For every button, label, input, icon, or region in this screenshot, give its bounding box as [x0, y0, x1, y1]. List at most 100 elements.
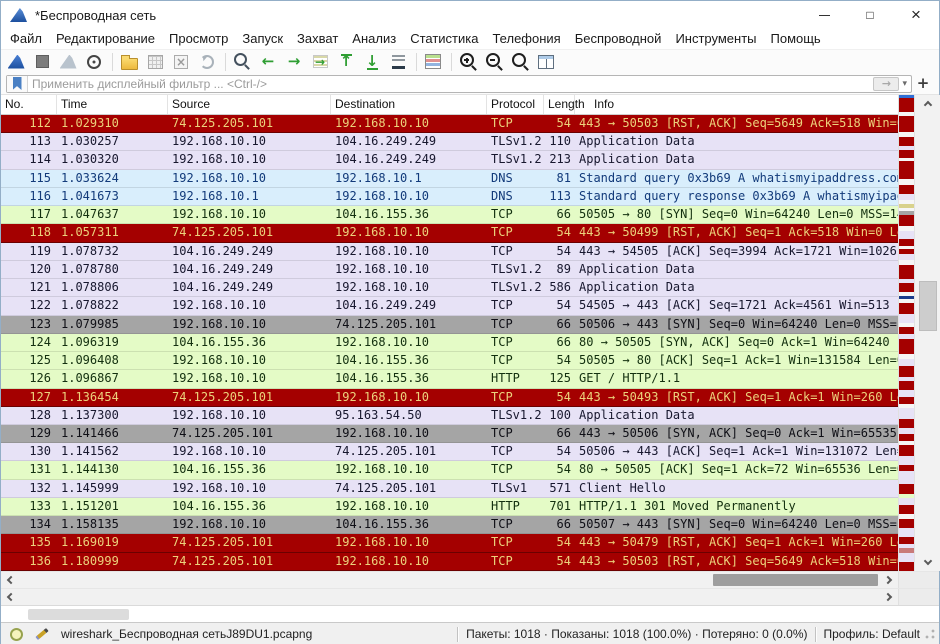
packet-row[interactable]: 1251.096408192.168.10.10104.16.155.36TCP…: [1, 352, 898, 370]
cell-no: 128: [1, 407, 57, 424]
minimap-stripe: [899, 408, 914, 419]
minimap-stripe: [899, 215, 914, 226]
packet-row[interactable]: 1291.14146674.125.205.101192.168.10.10TC…: [1, 425, 898, 443]
packet-row[interactable]: 1131.030257192.168.10.10104.16.249.249TL…: [1, 133, 898, 151]
packet-row[interactable]: 1241.096319104.16.155.36192.168.10.10TCP…: [1, 334, 898, 352]
packet-row[interactable]: 1141.030320192.168.10.10104.16.249.249TL…: [1, 151, 898, 169]
scroll-left-button[interactable]: [3, 572, 19, 588]
minimize-button[interactable]: [801, 1, 847, 29]
scroll-up-button[interactable]: [915, 97, 940, 113]
cell-time: 1.029310: [57, 115, 168, 132]
filter-dropdown-button[interactable]: ▾: [901, 78, 911, 89]
expert-info-icon[interactable]: [10, 628, 23, 641]
display-filter-input[interactable]: [28, 77, 873, 91]
cell-info: 50507 → 443 [SYN] Seq=0 Win=64240 Len=0 …: [575, 516, 898, 533]
bytes-pane-scrollbar[interactable]: [1, 605, 939, 622]
restart-capture-icon[interactable]: [56, 51, 80, 73]
packet-row[interactable]: 1361.18099974.125.205.101192.168.10.10TC…: [1, 553, 898, 571]
go-last-icon[interactable]: [360, 51, 384, 73]
scroll-right-button[interactable]: [880, 572, 896, 588]
cell-length: 54: [544, 297, 575, 314]
resize-columns-icon[interactable]: [534, 51, 558, 73]
packet-list-hscrollbar[interactable]: [1, 571, 939, 588]
packet-row[interactable]: 1351.16901974.125.205.101192.168.10.10TC…: [1, 534, 898, 552]
cell-destination: 104.16.155.36: [331, 516, 487, 533]
column-header-length[interactable]: Length: [544, 95, 575, 114]
zoom-normal-icon[interactable]: [508, 51, 532, 73]
cell-time: 1.079985: [57, 316, 168, 333]
column-header-time[interactable]: Time: [57, 95, 168, 114]
packet-row[interactable]: 1281.137300192.168.10.1095.163.54.50TLSv…: [1, 407, 898, 425]
packet-row[interactable]: 1161.041673192.168.10.1192.168.10.10DNS1…: [1, 188, 898, 206]
menu-item-инструменты[interactable]: Инструменты: [668, 29, 763, 49]
packet-row[interactable]: 1311.144130104.16.155.36192.168.10.10TCP…: [1, 461, 898, 479]
add-filter-button[interactable]: +: [912, 76, 934, 91]
menu-item-статистика[interactable]: Статистика: [403, 29, 485, 49]
menu-item-редактирование[interactable]: Редактирование: [49, 29, 162, 49]
menu-item-захват[interactable]: Захват: [290, 29, 345, 49]
zoom-in-icon[interactable]: [456, 51, 480, 73]
scroll-right-button[interactable]: [880, 589, 896, 605]
find-packet-icon[interactable]: [230, 51, 254, 73]
scroll-left-button[interactable]: [3, 589, 19, 605]
column-header-info[interactable]: Info: [575, 95, 898, 114]
stop-capture-icon[interactable]: [30, 51, 54, 73]
start-capture-icon[interactable]: [4, 51, 28, 73]
packet-row[interactable]: 1191.078732104.16.249.249192.168.10.10TC…: [1, 243, 898, 261]
packet-row[interactable]: 1221.078822192.168.10.10104.16.249.249TC…: [1, 297, 898, 315]
packet-row[interactable]: 1201.078780104.16.249.249192.168.10.10TL…: [1, 261, 898, 279]
column-header-protocol[interactable]: Protocol: [487, 95, 544, 114]
open-file-icon[interactable]: [117, 51, 141, 73]
packet-row[interactable]: 1151.033624192.168.10.10192.168.10.1DNS8…: [1, 170, 898, 188]
resize-grip[interactable]: [925, 629, 935, 639]
reload-file-icon[interactable]: [195, 51, 219, 73]
menu-item-запуск[interactable]: Запуск: [235, 29, 290, 49]
filter-bookmark-button[interactable]: [7, 76, 28, 92]
packet-row[interactable]: 1181.05731174.125.205.101192.168.10.10TC…: [1, 224, 898, 242]
close-file-icon[interactable]: [169, 51, 193, 73]
packet-row[interactable]: 1171.047637192.168.10.10104.16.155.36TCP…: [1, 206, 898, 224]
menu-item-файл[interactable]: Файл: [3, 29, 49, 49]
capture-options-icon[interactable]: [82, 51, 106, 73]
maximize-button[interactable]: □: [847, 1, 893, 29]
menu-item-помощь[interactable]: Помощь: [764, 29, 828, 49]
packet-row[interactable]: 1121.02931074.125.205.101192.168.10.10TC…: [1, 115, 898, 133]
column-header-source[interactable]: Source: [168, 95, 331, 114]
packet-row[interactable]: 1211.078806104.16.249.249192.168.10.10TL…: [1, 279, 898, 297]
packet-row[interactable]: 1271.13645474.125.205.101192.168.10.10TC…: [1, 389, 898, 407]
packet-row[interactable]: 1231.079985192.168.10.1074.125.205.101TC…: [1, 316, 898, 334]
packet-row[interactable]: 1331.151201104.16.155.36192.168.10.10HTT…: [1, 498, 898, 516]
save-file-icon[interactable]: [143, 51, 167, 73]
packet-row[interactable]: 1261.096867192.168.10.10104.16.155.36HTT…: [1, 370, 898, 388]
details-pane-hscrollbar[interactable]: [1, 588, 939, 605]
column-header-destination[interactable]: Destination: [331, 95, 487, 114]
vertical-scrollbar-thumb[interactable]: [919, 281, 937, 331]
packet-row[interactable]: 1341.158135192.168.10.10104.16.155.36TCP…: [1, 516, 898, 534]
close-button[interactable]: ×: [893, 1, 939, 29]
profile-label[interactable]: Профиль: Default: [824, 627, 921, 641]
capture-comment-pencil-icon[interactable]: [35, 628, 48, 640]
menu-item-анализ[interactable]: Анализ: [345, 29, 403, 49]
go-back-icon[interactable]: [256, 51, 280, 73]
zoom-out-icon[interactable]: [482, 51, 506, 73]
bytes-scrollbar-thumb[interactable]: [28, 609, 129, 620]
menu-item-беспроводной[interactable]: Беспроводной: [568, 29, 669, 49]
go-first-icon[interactable]: [334, 51, 358, 73]
scroll-down-button[interactable]: [915, 553, 940, 569]
packet-row[interactable]: 1321.145999192.168.10.1074.125.205.101TL…: [1, 480, 898, 498]
cell-info: 443 → 50503 [RST, ACK] Seq=5649 Ack=518 …: [575, 553, 898, 570]
cell-protocol: TCP: [487, 297, 544, 314]
intelligent-scrollbar-minimap[interactable]: [898, 95, 914, 571]
menu-item-телефония[interactable]: Телефония: [485, 29, 567, 49]
colorize-icon[interactable]: [421, 51, 445, 73]
packet-row[interactable]: 1301.141562192.168.10.1074.125.205.101TC…: [1, 443, 898, 461]
go-forward-icon[interactable]: [282, 51, 306, 73]
auto-scroll-icon[interactable]: [386, 51, 410, 73]
toolbar-separator: [112, 53, 113, 71]
apply-filter-button[interactable]: →: [873, 77, 899, 91]
hscrollbar-thumb[interactable]: [713, 574, 878, 586]
go-to-packet-icon[interactable]: [308, 51, 332, 73]
vertical-scrollbar[interactable]: [914, 95, 940, 571]
column-header-no[interactable]: No.: [1, 95, 57, 114]
menu-item-просмотр[interactable]: Просмотр: [162, 29, 235, 49]
